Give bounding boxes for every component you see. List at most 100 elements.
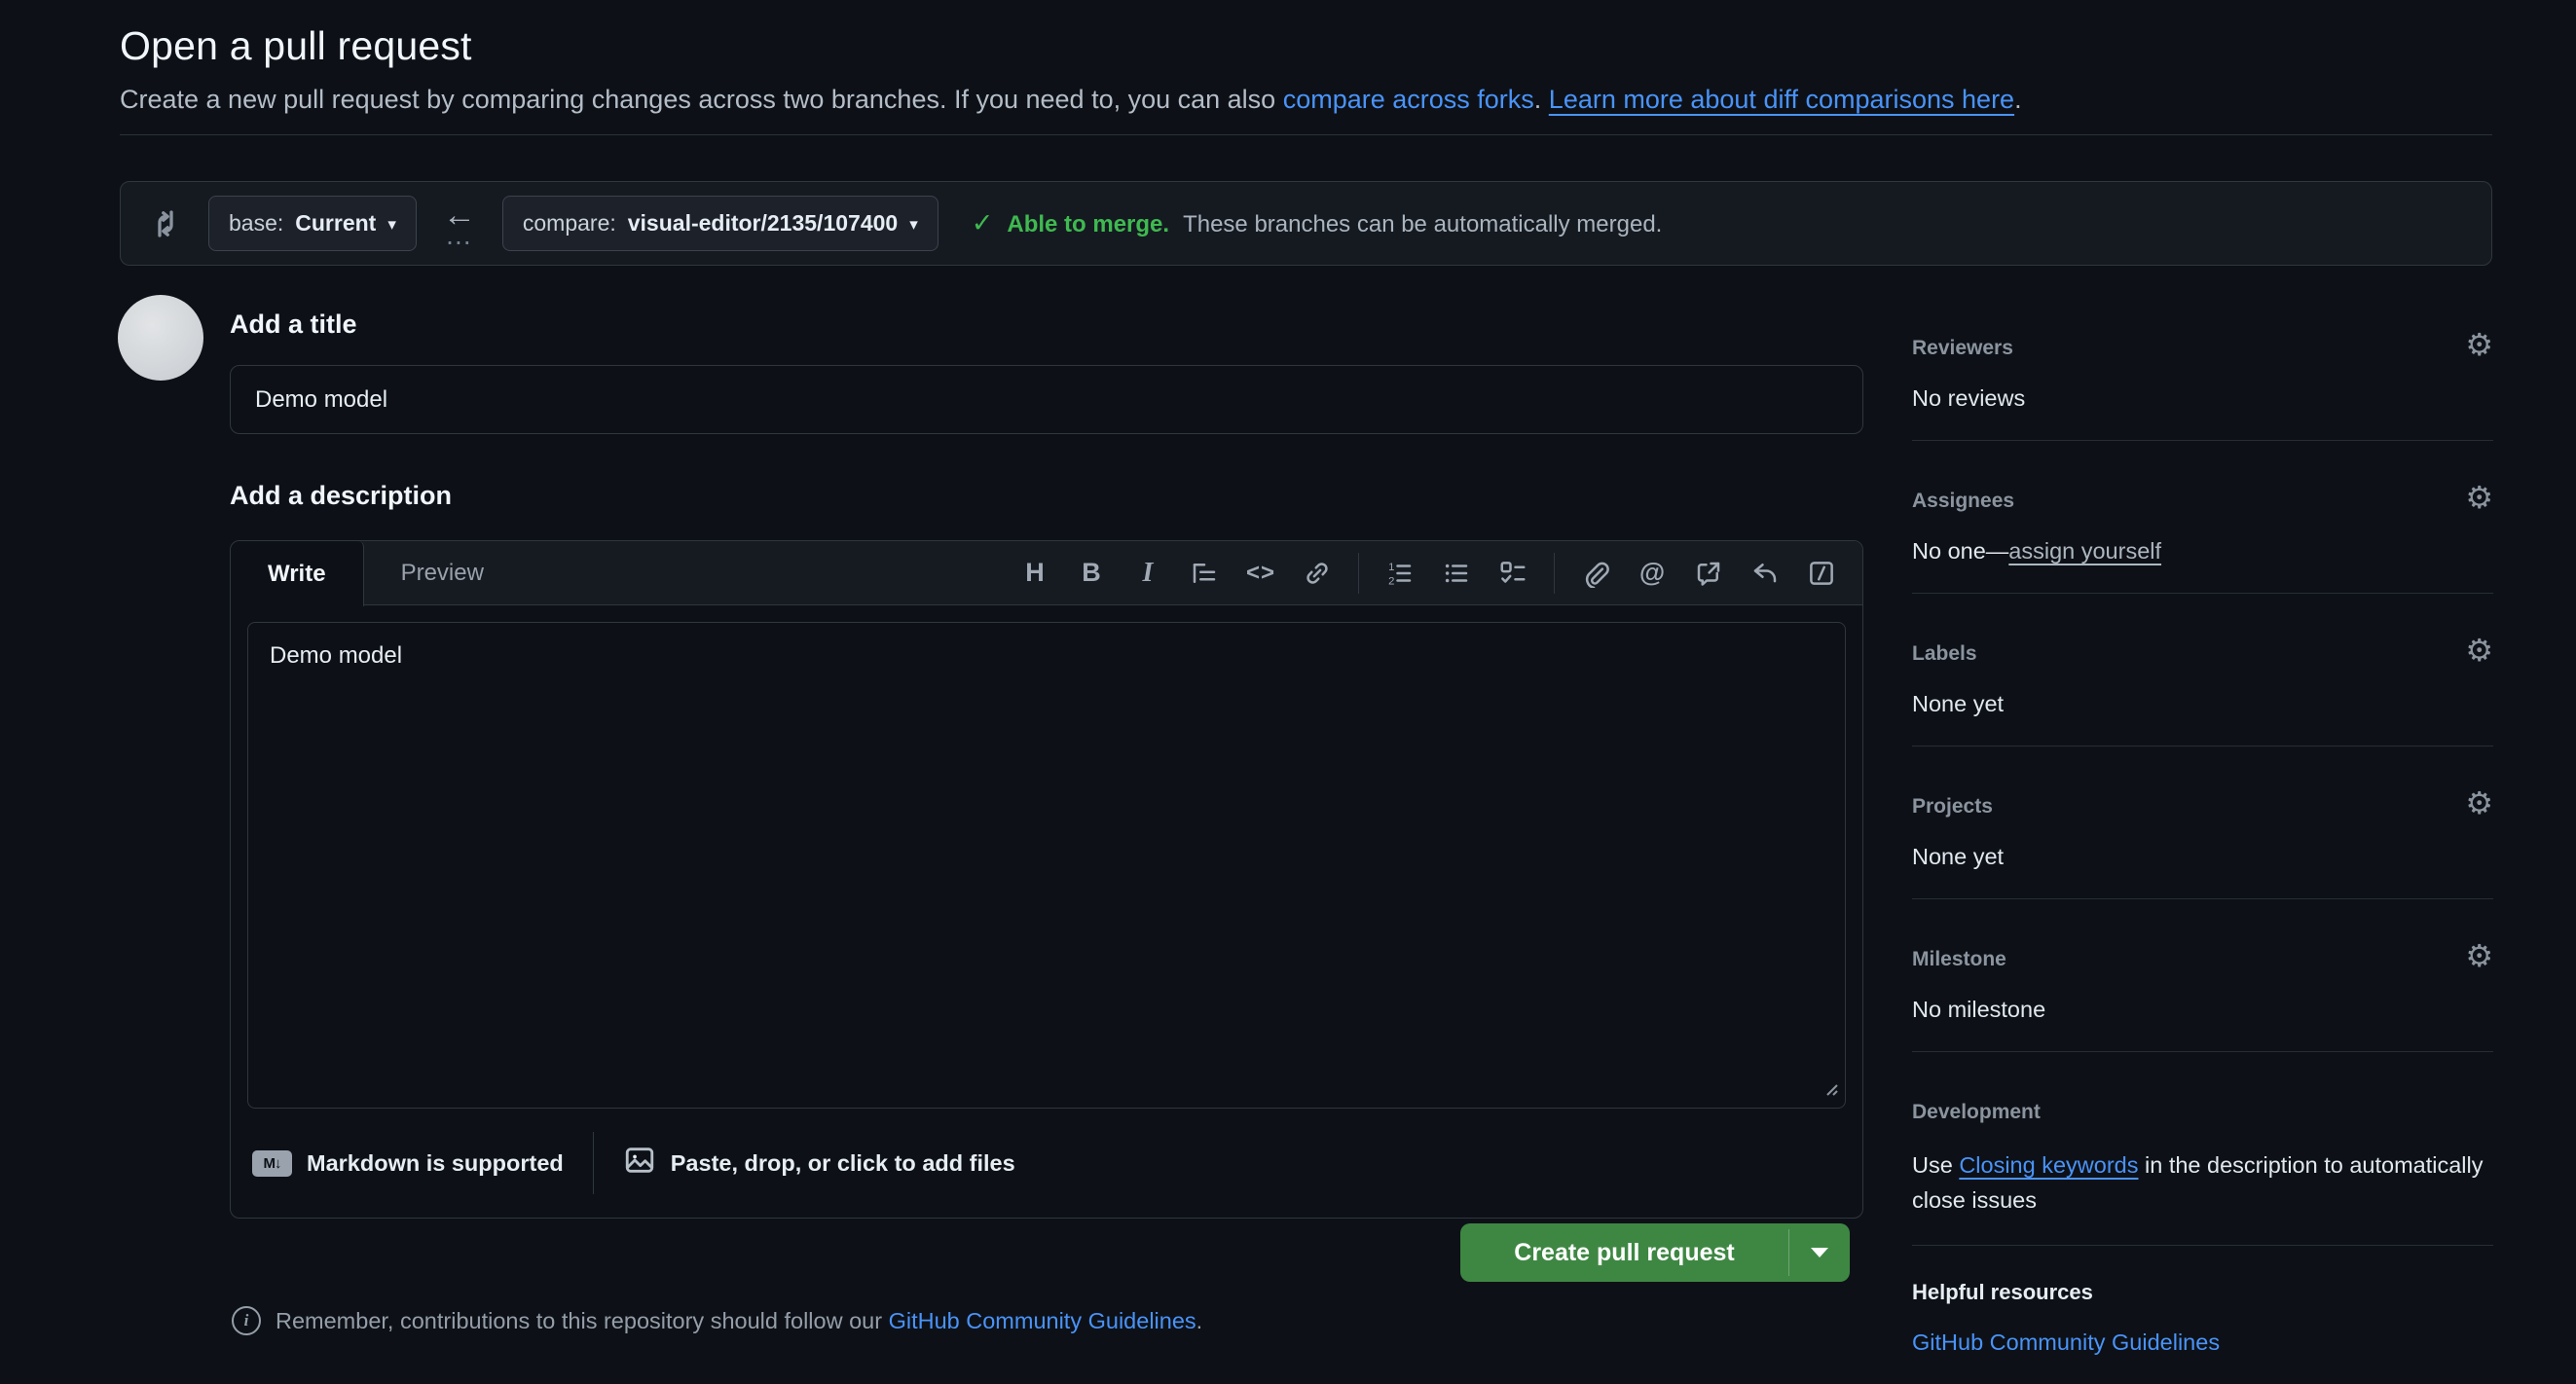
sidebar-community-guidelines-link[interactable]: GitHub Community Guidelines bbox=[1912, 1328, 2220, 1357]
quote-icon bbox=[1190, 559, 1219, 588]
heading-icon: H bbox=[1025, 558, 1045, 588]
toolbar-separator bbox=[1358, 553, 1359, 594]
compare-branch-selector[interactable]: compare: visual-editor/2135/107400 ▾ bbox=[502, 196, 938, 251]
bullet-list-icon bbox=[1442, 559, 1471, 588]
italic-button[interactable]: I bbox=[1122, 548, 1173, 599]
sidebar: Reviewers ⚙ No reviews Assignees ⚙ No on… bbox=[1912, 321, 2493, 1384]
learn-more-link[interactable]: Learn more about diff comparisons here bbox=[1549, 85, 2014, 114]
markdown-supported[interactable]: M↓ Markdown is supported bbox=[252, 1150, 564, 1177]
code-button[interactable]: <> bbox=[1235, 548, 1286, 599]
footer-divider bbox=[593, 1132, 594, 1194]
task-list-icon bbox=[1498, 559, 1527, 588]
merge-status: ✓ Able to merge. These branches can be a… bbox=[972, 208, 1663, 238]
attach-file-button[interactable] bbox=[1570, 548, 1621, 599]
labels-heading: Labels bbox=[1912, 642, 2493, 666]
saved-replies-button[interactable] bbox=[1740, 548, 1790, 599]
development-heading: Development bbox=[1912, 1101, 2493, 1124]
markdown-toolbar: H B I <> 12 bbox=[1010, 541, 1862, 604]
slash-commands-button[interactable] bbox=[1796, 548, 1847, 599]
reply-icon bbox=[1750, 559, 1780, 588]
projects-gear-icon[interactable]: ⚙ bbox=[2465, 787, 2493, 819]
mention-button[interactable]: @ bbox=[1627, 548, 1677, 599]
link-button[interactable] bbox=[1292, 548, 1343, 599]
info-icon: i bbox=[232, 1306, 261, 1335]
community-guidelines-link[interactable]: GitHub Community Guidelines bbox=[889, 1308, 1196, 1333]
bullet-list-button[interactable] bbox=[1431, 548, 1482, 599]
create-options-dropdown[interactable] bbox=[1789, 1223, 1850, 1282]
numbered-list-button[interactable]: 12 bbox=[1375, 548, 1425, 599]
heading-button[interactable]: H bbox=[1010, 548, 1060, 599]
labels-value: None yet bbox=[1912, 689, 2493, 718]
git-compare-icon bbox=[148, 206, 183, 241]
avatar bbox=[118, 295, 203, 381]
compare-label: compare: bbox=[523, 210, 616, 237]
reviewers-value: No reviews bbox=[1912, 383, 2493, 413]
description-editor: Write Preview H B I <> 12 bbox=[230, 540, 1863, 1219]
helpful-resources-heading: Helpful resources bbox=[1912, 1281, 2493, 1304]
development-value: Use Closing keywords in the description … bbox=[1912, 1147, 2493, 1218]
labels-gear-icon[interactable]: ⚙ bbox=[2465, 635, 2493, 666]
sidebar-section-labels: Labels ⚙ None yet bbox=[1912, 594, 2493, 747]
compare-branch-name: visual-editor/2135/107400 bbox=[628, 210, 898, 237]
link-icon bbox=[1303, 559, 1332, 588]
assign-yourself-link[interactable]: assign yourself bbox=[2008, 538, 2161, 564]
reviewers-heading: Reviewers bbox=[1912, 337, 2493, 360]
mention-icon: @ bbox=[1639, 558, 1665, 588]
check-icon: ✓ bbox=[972, 208, 994, 238]
editor-body: Demo model bbox=[231, 605, 1862, 1109]
assignees-gear-icon[interactable]: ⚙ bbox=[2465, 482, 2493, 513]
sidebar-section-development: Development Use Closing keywords in the … bbox=[1912, 1052, 2493, 1246]
create-pull-request-split-button: Create pull request bbox=[1460, 1223, 1850, 1282]
assignees-value: No one—assign yourself bbox=[1912, 536, 2493, 565]
compare-caret-icon: ▾ bbox=[909, 215, 918, 235]
community-guidelines-note: i Remember, contributions to this reposi… bbox=[232, 1306, 1202, 1335]
subtitle-end: . bbox=[2014, 85, 2022, 114]
branch-selection-bar: base: Current ▾ ← … compare: visual-edit… bbox=[120, 181, 2492, 266]
sidebar-section-projects: Projects ⚙ None yet bbox=[1912, 747, 2493, 899]
bold-icon: B bbox=[1082, 558, 1101, 588]
subtitle-sep: . bbox=[1534, 85, 1549, 114]
editor-tab-bar: Write Preview H B I <> 12 bbox=[231, 541, 1862, 605]
description-field-frame: Demo model bbox=[247, 622, 1846, 1109]
base-branch-name: Current bbox=[295, 210, 376, 237]
svg-text:2: 2 bbox=[1388, 575, 1394, 587]
assignees-none-text: No one— bbox=[1912, 538, 2008, 564]
paperclip-icon bbox=[1581, 559, 1610, 588]
code-icon: <> bbox=[1246, 560, 1275, 587]
create-pull-request-button[interactable]: Create pull request bbox=[1460, 1223, 1788, 1282]
reviewers-gear-icon[interactable]: ⚙ bbox=[2465, 329, 2493, 360]
merge-status-detail: These branches can be automatically merg… bbox=[1183, 211, 1662, 238]
compare-across-forks-link[interactable]: compare across forks bbox=[1283, 85, 1534, 114]
sidebar-section-helpful-resources: Helpful resources GitHub Community Guide… bbox=[1912, 1246, 2493, 1384]
base-branch-selector[interactable]: base: Current ▾ bbox=[208, 196, 417, 251]
numbered-list-icon: 12 bbox=[1385, 559, 1415, 588]
image-icon bbox=[623, 1144, 656, 1183]
bold-button[interactable]: B bbox=[1066, 548, 1117, 599]
quote-button[interactable] bbox=[1179, 548, 1230, 599]
description-heading: Add a description bbox=[230, 481, 1863, 511]
title-input[interactable] bbox=[230, 365, 1863, 434]
note-text: Remember, contributions to this reposito… bbox=[276, 1308, 1202, 1334]
sidebar-section-reviewers: Reviewers ⚙ No reviews bbox=[1912, 321, 2493, 441]
resize-handle[interactable] bbox=[1821, 1078, 1840, 1103]
closing-keywords-link[interactable]: Closing keywords bbox=[1959, 1152, 2138, 1178]
milestone-value: No milestone bbox=[1912, 995, 2493, 1024]
pull-request-form: Add a title Add a description Write Prev… bbox=[230, 310, 1863, 1219]
markdown-supported-label: Markdown is supported bbox=[307, 1150, 564, 1177]
milestone-heading: Milestone bbox=[1912, 948, 2493, 971]
paste-drop-upload[interactable]: Paste, drop, or click to add files bbox=[623, 1144, 1015, 1183]
task-list-button[interactable] bbox=[1488, 548, 1538, 599]
projects-heading: Projects bbox=[1912, 795, 2493, 819]
sidebar-section-assignees: Assignees ⚙ No one—assign yourself bbox=[1912, 441, 2493, 594]
milestone-gear-icon[interactable]: ⚙ bbox=[2465, 940, 2493, 971]
paste-drop-label: Paste, drop, or click to add files bbox=[671, 1150, 1015, 1177]
tab-preview[interactable]: Preview bbox=[364, 541, 521, 604]
note-suffix: . bbox=[1196, 1308, 1203, 1333]
page-header: Open a pull request Create a new pull re… bbox=[120, 23, 2492, 135]
note-prefix: Remember, contributions to this reposito… bbox=[276, 1308, 889, 1333]
assignees-heading: Assignees bbox=[1912, 490, 2493, 513]
title-heading: Add a title bbox=[230, 310, 1863, 340]
cross-reference-button[interactable] bbox=[1683, 548, 1734, 599]
tab-write[interactable]: Write bbox=[231, 541, 364, 606]
description-textarea[interactable]: Demo model bbox=[248, 623, 1845, 1108]
